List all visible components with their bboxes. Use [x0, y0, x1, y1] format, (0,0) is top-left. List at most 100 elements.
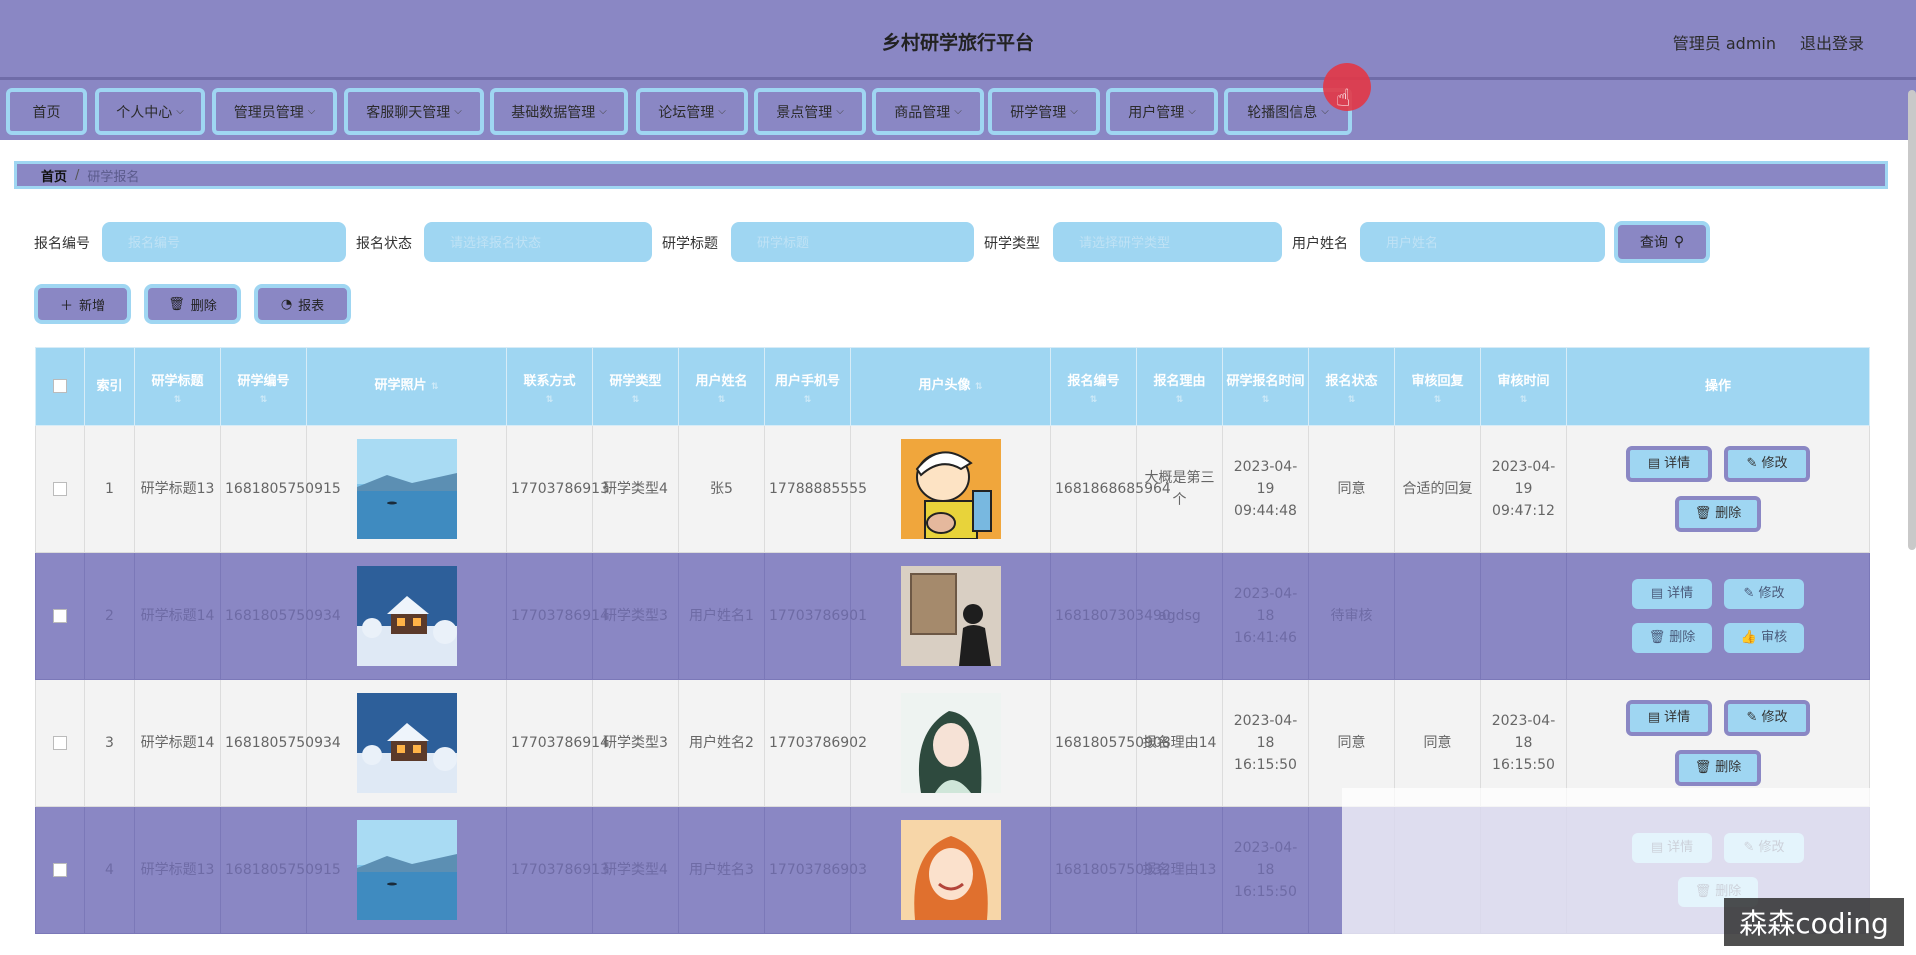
nav-item-chat[interactable]: 客服聊天管理 ⌵ [344, 88, 484, 135]
snow-cabin-photo[interactable] [356, 693, 457, 793]
column-header[interactable]: 研学标题 ⇅ [134, 347, 221, 426]
logout-link[interactable]: 退出登录 [1800, 30, 1864, 54]
column-header[interactable]: 用户姓名 ⇅ [678, 347, 765, 426]
audit-button[interactable]: 👍 审核 [1724, 623, 1804, 653]
username-input[interactable] [1360, 222, 1605, 262]
cartoon-avatar[interactable] [900, 439, 1001, 539]
add-button[interactable]: ＋ 新增 [34, 284, 131, 324]
column-header[interactable]: 报名理由 ⇅ [1136, 347, 1223, 426]
cell-reg-no: 1681807303490 [1050, 552, 1171, 680]
pencil-icon: ✎ [1746, 456, 1758, 471]
column-header[interactable]: 用户头像 ⇅ [850, 347, 1051, 426]
nav-label: 客服聊天管理 [366, 104, 451, 121]
column-header[interactable]: 研学报名时间 ⇅ [1222, 347, 1309, 426]
nav-item-profile[interactable]: 个人中心 ⌵ [95, 88, 205, 135]
report-button[interactable]: ◔ 报表 [254, 284, 351, 324]
title-input[interactable] [731, 222, 974, 262]
nav-item-users[interactable]: 用户管理 ⌵ [1106, 88, 1218, 135]
sort-icon: ⇅ [975, 382, 983, 392]
row-checkbox[interactable] [53, 609, 67, 623]
nav-label: 首页 [32, 104, 61, 121]
row-checkbox[interactable] [53, 482, 67, 496]
detail-button[interactable]: ▤详情 [1626, 446, 1712, 482]
cell-ops: ▤详情 ✎修改 🗑删除 [1566, 425, 1870, 553]
cell-type: 研学类型3 [592, 552, 679, 680]
cell-reg-time: 2023-04-18 16:41:46 [1222, 552, 1309, 680]
batch-delete-button[interactable]: 🗑 删除 [144, 284, 241, 324]
delete-button[interactable]: 🗑删除 [1675, 750, 1761, 786]
edit-button[interactable]: ✎修改 [1724, 579, 1804, 609]
cell-title: 研学标题13 [134, 425, 221, 553]
cell-user: 用户姓名2 [678, 679, 765, 807]
cell-type: 研学类型4 [592, 806, 679, 934]
column-header[interactable]: 研学编号 ⇅ [220, 347, 307, 426]
cell-index: 3 [84, 679, 135, 807]
op-label: 修改 [1761, 710, 1788, 725]
nav-label: 基础数据管理 [511, 104, 596, 121]
chevron-down-icon: ⌵ [1321, 106, 1329, 117]
sort-icon: ⇅ [1347, 394, 1356, 405]
nav-item-home[interactable]: 首页 [6, 88, 87, 135]
nav-item-study[interactable]: 研学管理 ⌵ [988, 88, 1100, 135]
nav-item-goods[interactable]: 商品管理 ⌵ [872, 88, 984, 135]
delete-button[interactable]: 🗑删除 [1632, 623, 1712, 653]
add-label: 新增 [79, 298, 106, 314]
column-header[interactable]: 研学类型 ⇅ [592, 347, 679, 426]
delete-button[interactable]: 🗑删除 [1675, 496, 1761, 532]
column-header[interactable]: 用户手机号 ⇅ [764, 347, 851, 426]
sort-icon: ⇅ [1519, 394, 1528, 405]
chevron-down-icon: ⌵ [1070, 106, 1078, 117]
report-label: 报表 [298, 298, 325, 314]
op-label: 详情 [1664, 456, 1691, 471]
trash-icon: 🗑 [1648, 630, 1666, 645]
edit-button[interactable]: ✎修改 [1724, 446, 1810, 482]
gallery-avatar[interactable] [900, 566, 1001, 666]
illustrated-girl-avatar[interactable] [900, 693, 1001, 793]
page-scrollbar[interactable] [1908, 90, 1916, 550]
column-header[interactable]: 研学照片 ⇅ [306, 347, 507, 426]
sort-icon: ⇅ [717, 394, 726, 405]
cell-phone: 17703786901 [764, 552, 867, 680]
column-header[interactable]: 报名编号 ⇅ [1050, 347, 1137, 426]
column-header-label: 报名理由 [1153, 373, 1206, 389]
nav-label: 管理员管理 [233, 104, 304, 121]
cell-code: 1681805750934 [220, 679, 341, 807]
select-all-checkbox[interactable] [53, 379, 67, 393]
smiling-girl-avatar[interactable] [900, 820, 1001, 920]
column-header[interactable]: 报名状态 ⇅ [1308, 347, 1395, 426]
reg-no-input[interactable] [102, 222, 346, 262]
nav-item-admin[interactable]: 管理员管理 ⌵ [212, 88, 337, 135]
column-header-label: 审核回复 [1411, 373, 1464, 389]
status-select[interactable] [424, 222, 652, 262]
nav-item-scenic[interactable]: 景点管理 ⌵ [754, 88, 866, 135]
column-header[interactable]: 审核时间 ⇅ [1480, 347, 1567, 426]
type-select[interactable] [1053, 222, 1282, 262]
select-all-header [35, 347, 85, 426]
sort-icon: ⇅ [803, 394, 812, 405]
column-header-label: 报名状态 [1325, 373, 1378, 389]
chevron-down-icon: ⌵ [718, 106, 726, 117]
detail-button[interactable]: ▤详情 [1632, 579, 1712, 609]
edit-button[interactable]: ✎修改 [1724, 700, 1810, 736]
breadcrumb-home[interactable]: 首页 [41, 166, 67, 185]
nav-item-base-data[interactable]: 基础数据管理 ⌵ [490, 88, 628, 135]
delete-label: 删除 [190, 298, 217, 314]
column-header-label: 用户手机号 [774, 373, 840, 389]
cell-user: 用户姓名1 [678, 552, 765, 680]
column-header[interactable]: 联系方式 ⇅ [506, 347, 593, 426]
breadcrumb-separator: / [75, 167, 80, 183]
row-checkbox[interactable] [53, 863, 67, 877]
search-button[interactable]: 查询 ⚲ [1614, 221, 1710, 263]
column-header[interactable]: 审核回复 ⇅ [1394, 347, 1481, 426]
column-header-label: 研学报名时间 [1226, 373, 1305, 389]
nav-item-forum[interactable]: 论坛管理 ⌵ [636, 88, 748, 135]
column-header: 索引 [84, 347, 135, 426]
breadcrumb: 首页 / 研学报名 [14, 161, 1888, 189]
snow-cabin-photo[interactable] [356, 566, 457, 666]
lake-photo[interactable] [356, 820, 457, 920]
breadcrumb-current: 研学报名 [87, 169, 140, 185]
detail-button[interactable]: ▤详情 [1626, 700, 1712, 736]
cell-index: 1 [84, 425, 135, 553]
lake-photo[interactable] [356, 439, 457, 539]
row-checkbox[interactable] [53, 736, 67, 750]
